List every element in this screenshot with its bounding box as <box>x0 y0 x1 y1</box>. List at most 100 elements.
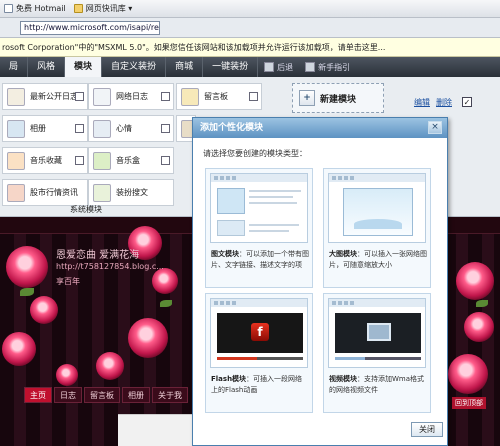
tab-style[interactable]: 风格 <box>28 57 66 77</box>
blog-nav-home[interactable]: 主页 <box>24 387 52 403</box>
music-icon <box>7 151 25 170</box>
plus-icon: + <box>299 90 315 106</box>
module-label: 最新公开日志 <box>30 92 78 101</box>
rose-decoration <box>456 262 494 300</box>
favorites-bar: 免费 Hotmail 网页快讯库 ▾ <box>0 0 500 18</box>
close-icon[interactable]: × <box>428 121 442 134</box>
new-module-label: 新建模块 <box>320 94 357 105</box>
favorite-label: 网页快讯库 ▾ <box>85 4 133 13</box>
module-dress-search[interactable]: 装扮搜文 <box>88 179 174 206</box>
module-type-card-video[interactable]: 视频模块：支持添加Wma格式的网络视频文件 <box>323 293 431 413</box>
address-bar: http://www.microsoft.com/isapi/redir.dll… <box>0 18 500 38</box>
card-name: 图文模块 <box>211 250 239 258</box>
module-blog-log[interactable]: 网络日志 <box>88 83 174 110</box>
module-checkbox[interactable] <box>75 92 84 101</box>
module-type-card-flash[interactable]: f Flash模块：可插入一段网络上的Flash动画 <box>205 293 313 413</box>
close-button[interactable]: 关闭 <box>411 422 443 437</box>
back-to-top-badge[interactable]: 回到顶部 <box>452 397 486 409</box>
leaf-decoration <box>20 288 34 296</box>
rose-decoration <box>96 352 124 380</box>
delete-link[interactable]: 删除 <box>436 97 452 108</box>
new-module-button[interactable]: + 新建模块 <box>292 83 384 113</box>
module-guestbook[interactable]: 留言板 <box>176 83 262 110</box>
add-module-dialog: 添加个性化模块 × 请选择您要创建的模块类型： 图文模块：可以添加一个带有图片、… <box>192 117 448 446</box>
module-mood[interactable]: 心情 <box>88 115 174 142</box>
address-input[interactable]: http://www.microsoft.com/isapi/redir.dll… <box>20 20 160 35</box>
folder-icon <box>73 4 83 13</box>
module-checkbox[interactable] <box>75 124 84 133</box>
undo-button[interactable]: 后退 <box>258 57 299 77</box>
leaf-decoration <box>476 300 488 307</box>
blog-nav-about[interactable]: 关于我 <box>152 387 188 403</box>
module-stock[interactable]: 股市行情资讯 <box>2 179 88 206</box>
module-latest-log[interactable]: 最新公开日志 <box>2 83 88 110</box>
card-name: 大图模块 <box>329 250 357 258</box>
module-label: 相册 <box>30 124 46 133</box>
module-music-collection[interactable]: 音乐收藏 <box>2 147 88 174</box>
edit-link[interactable]: 编辑 <box>414 97 430 108</box>
guide-button[interactable]: 新手指引 <box>299 57 356 77</box>
module-checkbox[interactable] <box>161 156 170 165</box>
card-description: 图文模块：可以添加一个带有图片、文字链接、描述文字的项 <box>211 249 309 271</box>
module-label: 心情 <box>116 124 132 133</box>
module-label: 装扮搜文 <box>116 188 148 197</box>
flash-preview: f <box>210 298 308 368</box>
document-icon <box>7 87 25 106</box>
card-name: 视频模块 <box>329 375 357 383</box>
module-label: 音乐收藏 <box>30 156 62 165</box>
card-description: 大图模块：可以插入一张网络图片，可随意缩放大小 <box>329 249 427 271</box>
photo-icon <box>7 119 25 138</box>
module-label: 留言板 <box>204 92 228 101</box>
favorite-hotmail[interactable]: 免费 Hotmail <box>4 3 66 14</box>
system-modules-label: 系统模块 <box>70 205 102 214</box>
card-name: Flash模块 <box>211 375 247 383</box>
imagetext-preview <box>210 173 308 243</box>
favorite-label: 免费 Hotmail <box>16 4 66 13</box>
card-description: Flash模块：可插入一段网络上的Flash动画 <box>211 374 309 396</box>
rose-decoration <box>448 354 488 394</box>
chart-icon <box>7 183 25 202</box>
video-icon <box>367 323 391 341</box>
blog-title[interactable]: 恩爱恋曲 爱满花海 <box>56 246 139 261</box>
rose-decoration <box>464 312 494 342</box>
rose-decoration <box>2 332 36 366</box>
module-type-card-bigimage[interactable]: 大图模块：可以插入一张网络图片，可随意缩放大小 <box>323 168 431 288</box>
module-type-card-imagetext[interactable]: 图文模块：可以添加一个带有图片、文字链接、描述文字的项 <box>205 168 313 288</box>
favorite-webslice[interactable]: 网页快讯库 ▾ <box>73 3 133 14</box>
tab-oneclick[interactable]: 一键装扮 <box>203 57 259 77</box>
module-label: 网络日志 <box>116 92 148 101</box>
rose-decoration <box>152 268 178 294</box>
blog-url[interactable]: http://t758127854.blog.c... <box>56 262 164 271</box>
tab-layout[interactable]: 局 <box>0 57 29 77</box>
flash-icon: f <box>251 323 269 341</box>
module-checkbox[interactable] <box>161 92 170 101</box>
blog-subtitle: 享百年 <box>56 277 80 286</box>
rose-decoration <box>6 246 48 288</box>
card-description: 视频模块：支持添加Wma格式的网络视频文件 <box>329 374 427 396</box>
new-module-checkbox[interactable]: ✓ <box>462 97 472 107</box>
help-icon <box>305 62 316 72</box>
module-checkbox[interactable] <box>75 156 84 165</box>
tab-custom[interactable]: 自定义装扮 <box>102 57 167 77</box>
blog-nav-album[interactable]: 相册 <box>122 387 150 403</box>
blog-nav-guestbook[interactable]: 留言板 <box>84 387 120 403</box>
image-placeholder <box>217 188 245 214</box>
module-checkbox[interactable] <box>161 124 170 133</box>
leaf-decoration <box>160 300 172 307</box>
blog-nav-log[interactable]: 日志 <box>54 387 82 403</box>
image-placeholder <box>343 188 413 236</box>
blog-nav: 主页 日志 留言板 相册 关于我 <box>24 387 188 403</box>
module-music-box[interactable]: 音乐盒 <box>88 147 174 174</box>
dialog-prompt: 请选择您要创建的模块类型： <box>203 149 307 158</box>
undo-label: 后退 <box>277 62 294 72</box>
module-checkbox[interactable] <box>249 92 258 101</box>
editor-tab-bar: 局 风格 模块 自定义装扮 商城 一键装扮 后退 新手指引 <box>0 57 500 77</box>
tab-mall[interactable]: 商城 <box>166 57 204 77</box>
module-edit-links: 编辑 删除 <box>414 97 452 108</box>
rose-decoration <box>30 296 58 324</box>
video-preview <box>328 298 426 368</box>
module-album[interactable]: 相册 <box>2 115 88 142</box>
tab-modules[interactable]: 模块 <box>65 57 103 77</box>
dialog-title: 添加个性化模块 <box>193 118 447 138</box>
security-infobar[interactable]: rosoft Corporation"中的"MSXML 5.0"。如果您信任该网… <box>0 38 500 57</box>
